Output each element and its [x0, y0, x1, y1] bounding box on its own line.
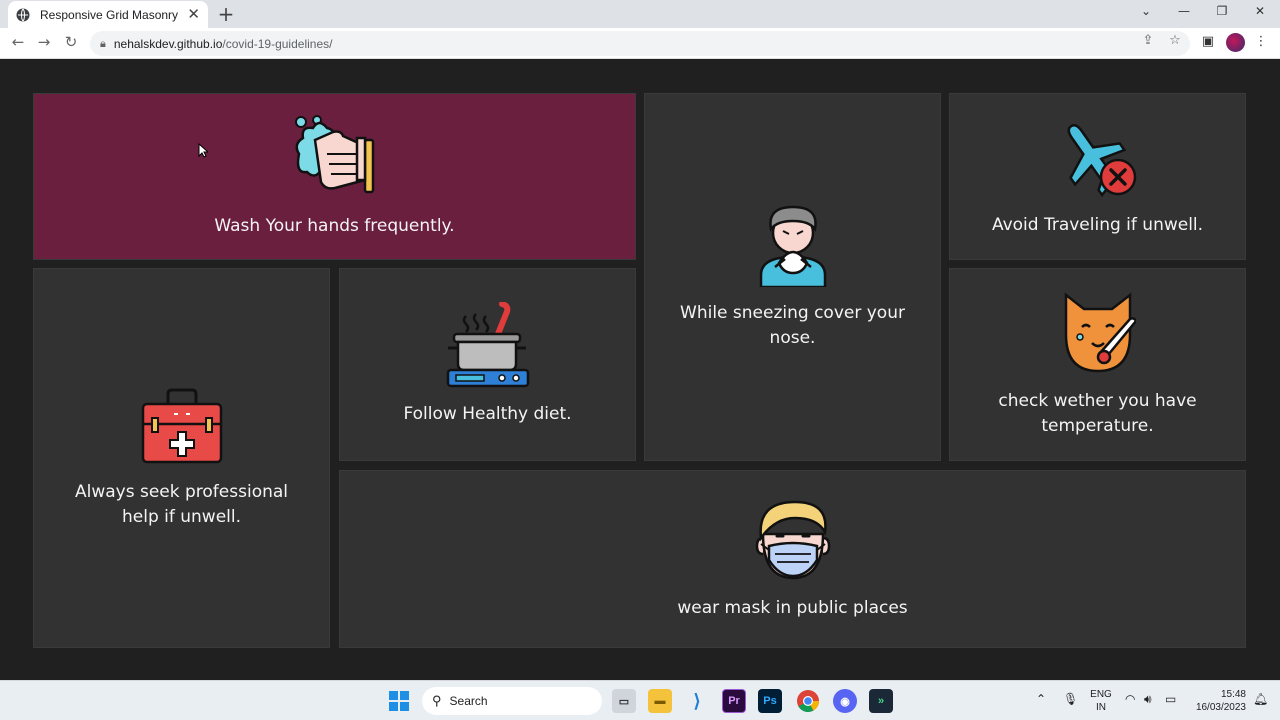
hand-wash-icon: [294, 115, 374, 194]
back-arrow-icon[interactable]: ←: [8, 33, 28, 51]
guideline-card-healthy-diet[interactable]: Follow Healthy diet.: [339, 268, 636, 461]
photoshop-icon[interactable]: Ps: [758, 689, 782, 713]
vscode-icon[interactable]: ⟩: [685, 689, 709, 713]
first-aid-kit-icon: [141, 388, 222, 464]
card-label: Always seek professional help if unwell.: [74, 482, 289, 527]
guideline-card-avoid-traveling[interactable]: Avoid Traveling if unwell.: [949, 93, 1246, 260]
url-domain: nehalskdev.github.io: [113, 36, 223, 51]
new-tab-button[interactable]: +: [216, 2, 236, 26]
battery-icon[interactable]: ▭: [1165, 692, 1176, 706]
discord-icon[interactable]: ◉: [833, 689, 857, 713]
cooking-pot-icon: [446, 302, 529, 388]
share-icon[interactable]: ⇪: [1139, 33, 1157, 48]
page-content: Wash Your hands frequently. While sneezi…: [0, 59, 1280, 680]
guideline-card-sneezing[interactable]: While sneezing cover your nose.: [644, 93, 941, 461]
premiere-pro-icon[interactable]: Pr: [722, 689, 746, 713]
side-panel-icon[interactable]: ▣: [1199, 34, 1217, 49]
wifi-icon[interactable]: ◠: [1125, 692, 1135, 706]
card-label: While sneezing cover your nose.: [680, 303, 905, 348]
bookmark-star-icon[interactable]: ☆: [1166, 33, 1184, 48]
guideline-card-wash-hands[interactable]: Wash Your hands frequently.: [33, 93, 636, 260]
tray-overflow-chevron-icon[interactable]: ⌃: [1036, 692, 1046, 706]
face-mask-icon: [755, 500, 830, 579]
thermometer-cat-icon: [1064, 291, 1136, 372]
minimize-icon[interactable]: —: [1174, 4, 1194, 18]
guideline-card-temperature[interactable]: check wether you have temperature.: [949, 268, 1246, 461]
sneezing-person-icon: [759, 205, 826, 287]
url-text: nehalskdev.github.io/covid-19-guidelines…: [114, 37, 333, 51]
forward-arrow-icon[interactable]: →: [34, 33, 54, 51]
clock-time: 15:48: [1220, 689, 1246, 700]
mouse-cursor-icon: [198, 143, 208, 158]
card-label: Wash Your hands frequently.: [214, 216, 455, 236]
menu-kebab-icon[interactable]: ⋮: [1252, 34, 1270, 49]
address-bar[interactable]: 🔒︎ nehalskdev.github.io/covid-19-guideli…: [90, 31, 1190, 56]
browser-toolbar: ← → ↻ 🔒︎ nehalskdev.github.io/covid-19-g…: [0, 28, 1280, 59]
browser-tab-strip: Responsive Grid Masonry ✕ + ⌄ — ❐ ✕: [0, 0, 1280, 28]
card-label: Avoid Traveling if unwell.: [991, 215, 1204, 235]
guideline-card-wear-mask[interactable]: wear mask in public places: [339, 470, 1246, 648]
search-label: Search: [449, 694, 488, 708]
os-taskbar: ⚲ Search ▭ ▬ ⟩ Pr Ps ◉ » ⌃ 🎙︎ ENG IN ◠ 🔊…: [0, 680, 1280, 720]
guideline-card-professional-help[interactable]: Always seek professional help if unwell.: [33, 268, 330, 648]
no-travel-icon: [1067, 123, 1136, 197]
restore-icon[interactable]: ❐: [1212, 4, 1232, 18]
reload-icon[interactable]: ↻: [61, 33, 81, 51]
tab-close-icon[interactable]: ✕: [187, 7, 200, 22]
url-path: /covid-19-guidelines/: [222, 36, 333, 51]
clock-date: 16/03/2023: [1195, 702, 1246, 713]
search-icon: ⚲: [432, 693, 442, 708]
browser-tab[interactable]: Responsive Grid Masonry ✕: [8, 1, 208, 28]
card-label: Follow Healthy diet.: [403, 404, 572, 424]
globe-icon: [16, 8, 30, 21]
terminal-app-icon[interactable]: »: [869, 689, 893, 713]
notification-bell-icon[interactable]: 🔔︎: [1253, 692, 1268, 706]
tab-search-chevron-icon[interactable]: ⌄: [1136, 4, 1156, 18]
language-code: ENG: [1090, 689, 1112, 700]
lock-icon: 🔒︎: [100, 36, 106, 50]
volume-icon[interactable]: 🔊︎: [1144, 692, 1152, 707]
card-label: wear mask in public places: [677, 597, 908, 618]
window-close-icon[interactable]: ✕: [1250, 4, 1270, 18]
chrome-icon[interactable]: [796, 689, 820, 713]
microphone-icon[interactable]: 🎙︎: [1063, 692, 1078, 706]
taskbar-search[interactable]: ⚲ Search: [422, 687, 602, 715]
windows-start-icon[interactable]: [389, 691, 409, 711]
profile-avatar[interactable]: [1226, 33, 1245, 52]
file-explorer-icon[interactable]: ▬: [648, 689, 672, 713]
clock[interactable]: 15:48 16/03/2023: [1188, 688, 1246, 714]
card-label: check wether you have temperature.: [998, 390, 1197, 436]
task-view-icon[interactable]: ▭: [612, 689, 636, 713]
region-code: IN: [1096, 702, 1106, 713]
language-indicator[interactable]: ENG IN: [1088, 688, 1114, 714]
tab-title: Responsive Grid Masonry: [40, 7, 179, 22]
